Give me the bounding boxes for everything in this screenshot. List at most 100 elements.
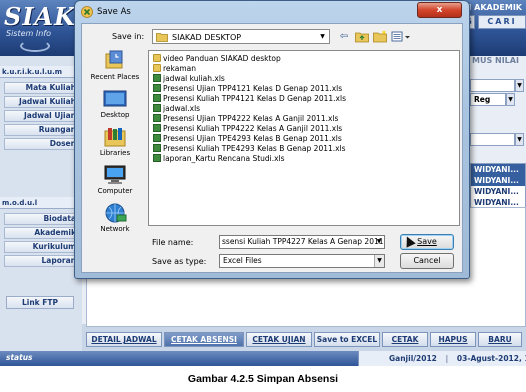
recent-places-icon xyxy=(105,50,123,69)
dialog-body: Save in: SIAKAD DESKTOP ▼ ⇦ Recent Place… xyxy=(81,23,463,273)
save-in-label: Save in: xyxy=(112,32,145,41)
file-name: video Panduan SIAKAD desktop xyxy=(163,54,281,63)
status-bar: status Ganjil/2012 | 03-Agust-2012, 11:0… xyxy=(0,351,526,366)
sidebar: k.u.r.i.k.u.l.u.m Mata Kuliah Jadwal Kul… xyxy=(0,56,82,351)
app-logo-subtitle: Sistem Info xyxy=(6,29,52,38)
chevron-down-icon[interactable]: ▼ xyxy=(374,255,384,267)
excel-file-icon xyxy=(153,84,161,92)
sidebar-item-akademik[interactable]: Akademik xyxy=(4,227,80,239)
file-name-input[interactable]: ssensi Kuliah TPP4227 Kelas A Genap 2011… xyxy=(219,235,385,249)
nilai-label: MUS NILAI xyxy=(472,56,519,65)
sidebar-item-jadwal-ujian[interactable]: Jadwal Ujian xyxy=(4,110,80,122)
list-item[interactable]: WIDYANI... xyxy=(471,175,525,186)
list-item[interactable]: Presensi Kuliah TPP4222 Kelas A Ganjil 2… xyxy=(153,124,342,134)
file-name: rekaman xyxy=(163,64,196,73)
excel-file-icon xyxy=(153,124,161,132)
link-ftp-button[interactable]: Link FTP xyxy=(6,296,74,309)
sidebar-item-laporan[interactable]: Laporan xyxy=(4,255,80,267)
cetak-absensi-button[interactable]: CETAK ABSENSI xyxy=(164,332,244,347)
close-icon: x xyxy=(436,5,443,15)
place-label: Computer xyxy=(97,187,133,195)
file-name: laporan_Kartu Rencana Studi.xls xyxy=(163,154,285,163)
excel-file-icon xyxy=(153,144,161,152)
select-reg[interactable]: Reg xyxy=(470,93,506,106)
sidebar-item-mata-kuliah[interactable]: Mata Kuliah xyxy=(4,82,80,94)
list-item[interactable]: Presensi Ujian TPP4121 Kelas D Genap 201… xyxy=(153,84,342,94)
dialog-titlebar[interactable]: Save As x xyxy=(75,1,469,23)
logo-swirl-icon xyxy=(20,40,50,52)
place-label: Desktop xyxy=(100,111,130,119)
header-tab-cari[interactable]: CARI xyxy=(478,15,526,29)
status-date: 03-Agust-2012, 11:07 xyxy=(456,354,526,363)
list-item[interactable]: video Panduan SIAKAD desktop xyxy=(153,54,281,64)
detail-jadwal-button[interactable]: DETAIL JADWAL xyxy=(86,332,162,347)
list-item[interactable]: laporan_Kartu Rencana Studi.xls xyxy=(153,154,285,164)
sidebar-item-jadwal-kuliah[interactable]: Jadwal Kuliah xyxy=(4,96,80,108)
chevron-down-icon[interactable]: ▼ xyxy=(515,133,524,146)
list-item[interactable]: WIDYANI... xyxy=(471,186,525,197)
select-left-field[interactable] xyxy=(470,79,515,92)
save-button-label: Save xyxy=(417,237,437,246)
views-menu-icon[interactable] xyxy=(390,29,412,44)
excel-file-icon xyxy=(153,154,161,162)
list-item[interactable]: Presensi Ujian TPP4222 Kelas A Ganjil 20… xyxy=(153,114,338,124)
status-semester: Ganjil/2012 xyxy=(389,354,437,363)
chevron-down-icon[interactable]: ▼ xyxy=(506,93,515,106)
select-field-2[interactable] xyxy=(470,133,515,146)
back-icon[interactable]: ⇦ xyxy=(336,29,352,44)
action-bar: DETAIL JADWAL CETAK ABSENSI CETAK UJIAN … xyxy=(82,329,526,350)
list-item[interactable]: Presensi Ujian TPE4293 Kelas B Genap 201… xyxy=(153,134,342,144)
sidebar-item-ruangan[interactable]: Ruangan xyxy=(4,124,80,136)
file-name: jadwal.xls xyxy=(163,104,201,113)
sidebar-heading-modul: m.o.d.u.l xyxy=(0,197,82,209)
list-item[interactable]: WIDYANI... xyxy=(471,164,525,175)
list-item[interactable]: rekaman xyxy=(153,64,196,74)
save-to-excel-button[interactable]: Save to EXCEL xyxy=(314,332,380,347)
excel-file-icon xyxy=(153,114,161,122)
folder-icon xyxy=(153,64,161,72)
folder-icon xyxy=(156,33,168,42)
save-as-type-select[interactable]: Excel Files xyxy=(219,254,385,268)
place-label: Libraries xyxy=(99,149,131,157)
file-name-label: File name: xyxy=(152,238,194,247)
hapus-button[interactable]: HAPUS xyxy=(430,332,476,347)
sidebar-item-kurikulum[interactable]: Kurikulum xyxy=(4,241,80,253)
place-network[interactable]: Network xyxy=(84,202,146,246)
excel-app-icon xyxy=(81,6,93,18)
place-label: Network xyxy=(100,225,130,233)
save-in-dropdown[interactable]: SIAKAD DESKTOP ▼ xyxy=(152,29,330,44)
sidebar-heading-kurikulum: k.u.r.i.k.u.l.u.m xyxy=(0,66,82,78)
file-name: Presensi Ujian TPP4222 Kelas A Ganjil 20… xyxy=(163,114,339,123)
libraries-icon xyxy=(104,128,126,147)
status-info: Ganjil/2012 | 03-Agust-2012, 11:07 xyxy=(358,351,526,366)
excel-file-icon xyxy=(153,134,161,142)
file-name: Presensi Kuliah TPP4121 Kelas D Genap 20… xyxy=(163,94,346,103)
close-button[interactable]: x xyxy=(417,2,462,18)
new-folder-icon[interactable] xyxy=(372,29,388,44)
dialog-title: Save As xyxy=(97,7,131,17)
up-folder-icon[interactable] xyxy=(354,29,370,44)
computer-icon xyxy=(104,165,126,184)
cetak-button[interactable]: CETAK xyxy=(382,332,428,347)
status-divider: | xyxy=(445,354,449,363)
cancel-button[interactable]: Cancel xyxy=(400,253,454,269)
excel-file-icon xyxy=(153,94,161,102)
sidebar-item-dosen[interactable]: Dosen xyxy=(4,138,80,150)
list-item[interactable]: jadwal.xls xyxy=(153,104,200,114)
cetak-ujian-button[interactable]: CETAK UJIAN xyxy=(246,332,312,347)
save-as-type-label: Save as type: xyxy=(152,257,207,266)
save-in-value: SIAKAD DESKTOP xyxy=(172,33,242,42)
list-item[interactable]: Presensi Kuliah TPE4293 Kelas B Genap 20… xyxy=(153,144,346,154)
network-icon xyxy=(105,203,127,223)
file-name: Presensi Kuliah TPP4222 Kelas A Ganjil 2… xyxy=(163,124,343,133)
figure-caption: Gambar 4.2.5 Simpan Absensi xyxy=(187,373,339,385)
file-name: jadwal kuliah.xls xyxy=(163,74,225,83)
chevron-down-icon[interactable]: ▼ xyxy=(515,79,524,92)
baru-button[interactable]: BARU xyxy=(478,332,522,347)
sidebar-item-biodata[interactable]: Biodata xyxy=(4,213,80,225)
app-title: SI AKADEMIK xyxy=(462,3,522,12)
chevron-down-icon: ▼ xyxy=(320,33,325,40)
list-item[interactable]: jadwal kuliah.xls xyxy=(153,74,225,84)
list-item[interactable]: Presensi Kuliah TPP4121 Kelas D Genap 20… xyxy=(153,94,346,104)
chevron-down-icon[interactable]: ▼ xyxy=(374,236,384,248)
